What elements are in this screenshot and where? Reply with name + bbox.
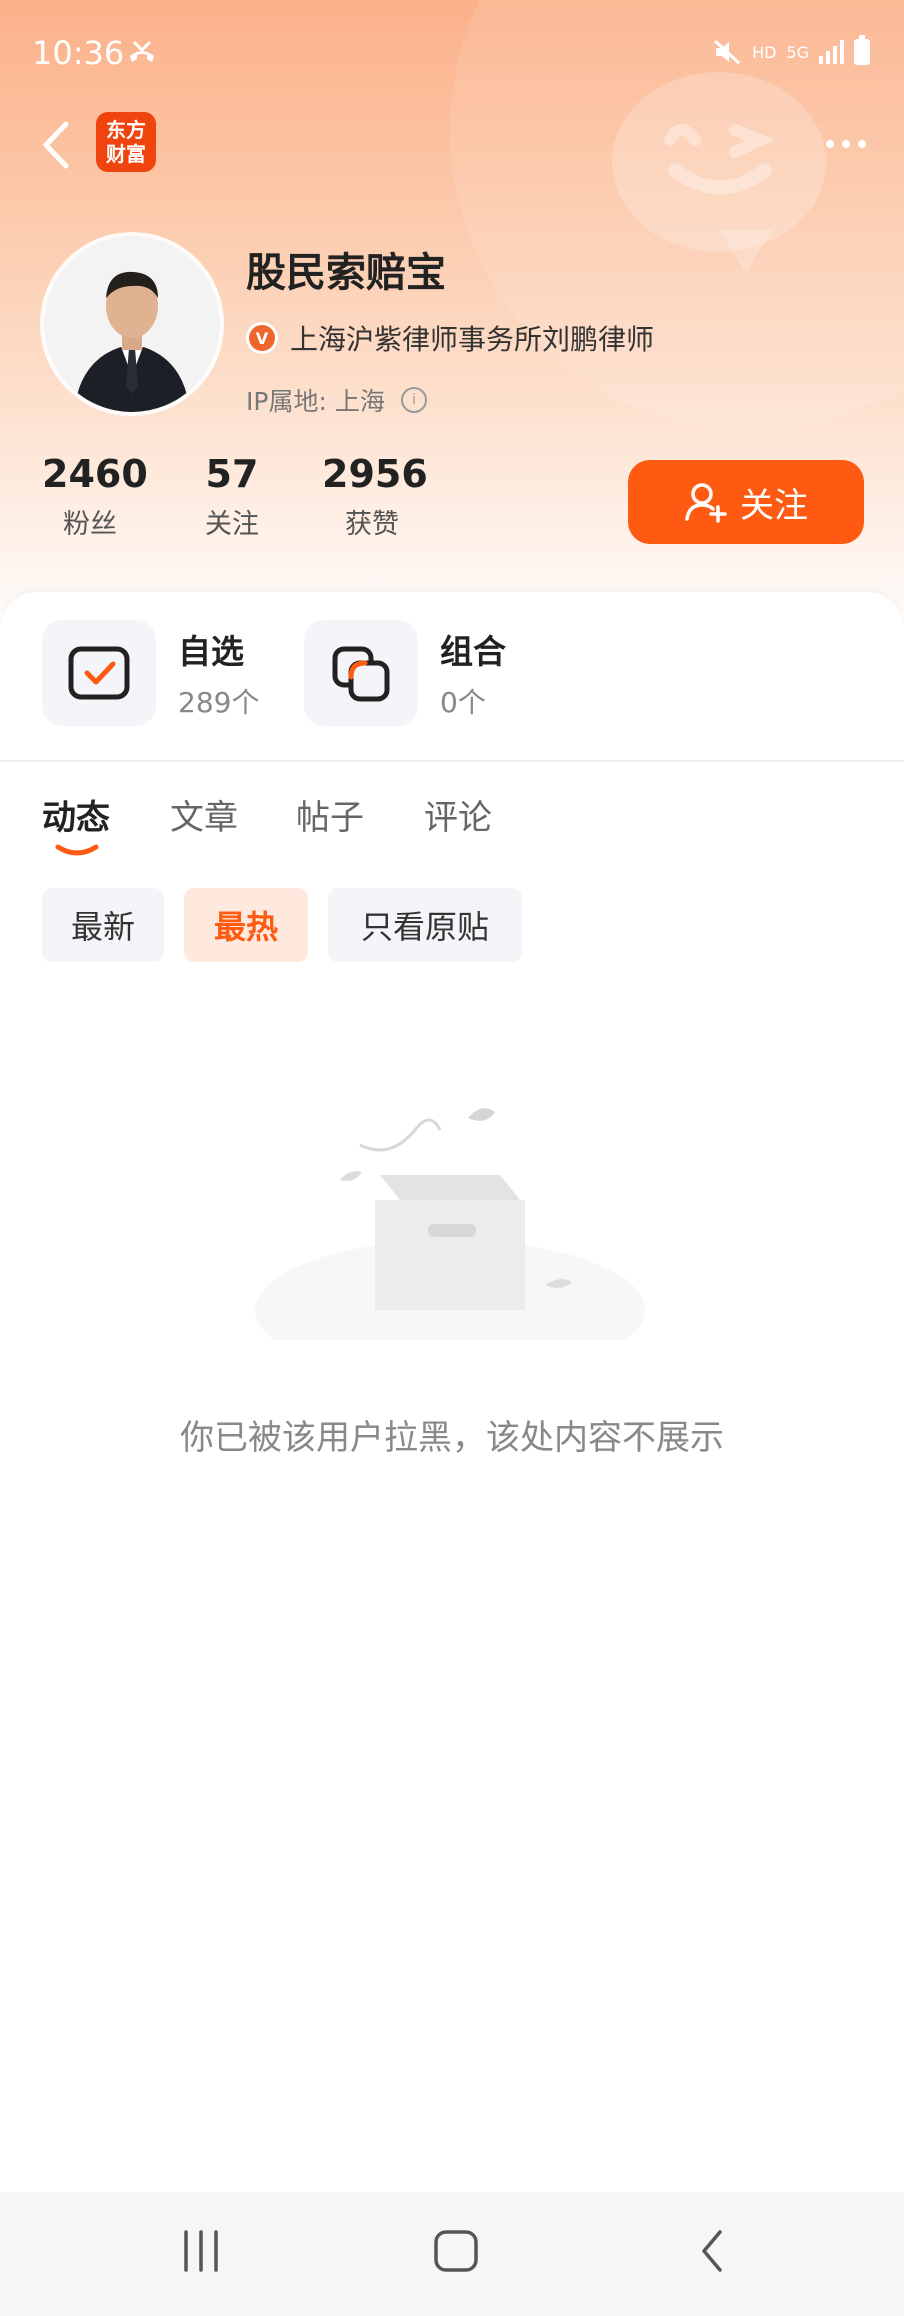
- portfolio-icon: [304, 620, 418, 726]
- watchlist-icon: [42, 620, 156, 726]
- username: 股民索赔宝: [246, 250, 446, 296]
- stat-value: 2460: [42, 452, 148, 496]
- system-back-icon[interactable]: [692, 2224, 732, 2278]
- tab-posts[interactable]: 帖子: [296, 790, 364, 839]
- recent-apps-icon[interactable]: [178, 2224, 224, 2278]
- portfolio-count: 0个: [440, 686, 486, 719]
- battery-icon: [854, 35, 870, 65]
- add-user-icon: [685, 483, 727, 523]
- hd-label: HD: [752, 42, 777, 62]
- missed-call-icon: [130, 40, 154, 62]
- app-logo: 东方 财富: [96, 112, 156, 172]
- stat-label: 获赞: [345, 509, 399, 540]
- status-time: 10:36: [32, 34, 125, 72]
- info-icon[interactable]: i: [400, 387, 427, 413]
- watchlist-title: 自选: [178, 632, 244, 671]
- stat-value: 2956: [322, 452, 428, 496]
- stat-likes[interactable]: 2956 获赞: [322, 452, 428, 541]
- stat-value: 57: [205, 452, 259, 496]
- follow-button-label: 关注: [740, 485, 808, 526]
- chat-bubble-tail-decoration: [720, 230, 772, 274]
- stat-label: 粉丝: [63, 509, 117, 540]
- verified-badge-label: V: [249, 325, 275, 351]
- filter-hottest[interactable]: 最热: [184, 888, 308, 962]
- verification-text: 上海沪紫律师事务所刘鹏律师: [290, 323, 655, 356]
- avatar-portrait-icon: [44, 236, 220, 412]
- section-divider: [0, 760, 904, 762]
- watchlist-entry[interactable]: 自选 289个: [42, 620, 259, 726]
- more-options-icon[interactable]: [826, 140, 866, 148]
- signal-icon: [819, 40, 844, 64]
- verification-row: V 上海沪紫律师事务所刘鹏律师: [246, 318, 654, 358]
- stat-following[interactable]: 57 关注: [192, 452, 272, 541]
- portfolio-entry[interactable]: 组合 0个: [304, 620, 506, 726]
- tab-articles[interactable]: 文章: [170, 790, 238, 839]
- empty-box-illustration-icon: [255, 1108, 645, 1340]
- tab-active-indicator: [55, 844, 99, 856]
- empty-state-message: 你已被该用户拉黑，该处内容不展示: [180, 1418, 724, 1458]
- filter-original-only[interactable]: 只看原贴: [328, 888, 522, 962]
- tab-dynamics[interactable]: 动态: [42, 790, 110, 839]
- status-icons: HD 5G: [712, 35, 870, 66]
- ip-location-row: IP属地: 上海 i: [246, 382, 427, 418]
- watchlist-count: 289个: [178, 686, 260, 719]
- portfolio-title: 组合: [440, 632, 506, 671]
- home-icon[interactable]: [428, 2224, 484, 2278]
- mute-icon: [714, 39, 741, 65]
- follow-button[interactable]: 关注: [628, 460, 864, 544]
- ip-value: 上海: [334, 387, 385, 416]
- logo-line-2: 财富: [106, 142, 146, 166]
- avatar[interactable]: [44, 236, 220, 412]
- back-arrow-icon[interactable]: [34, 118, 78, 172]
- network-label: 5G: [786, 42, 809, 62]
- stat-followers[interactable]: 2460 粉丝: [42, 452, 148, 541]
- verified-badge-icon: V: [246, 322, 278, 354]
- smile-decoration-icon: [664, 124, 775, 195]
- tab-comments[interactable]: 评论: [424, 790, 492, 839]
- ip-label: IP属地:: [246, 387, 327, 416]
- logo-line-1: 东方: [106, 118, 146, 142]
- filter-latest[interactable]: 最新: [42, 888, 164, 962]
- stat-label: 关注: [205, 509, 259, 540]
